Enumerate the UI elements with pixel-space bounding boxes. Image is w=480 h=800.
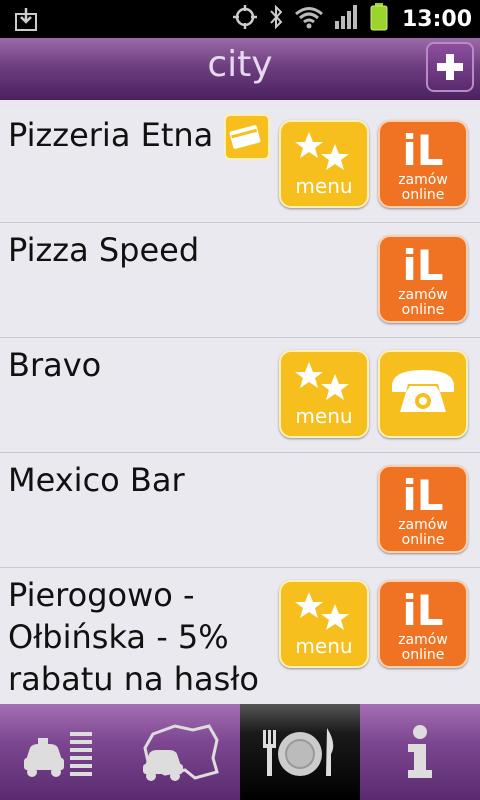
clock: 13:00 xyxy=(401,6,472,32)
order-label-line2: online xyxy=(401,302,445,318)
phone-icon xyxy=(392,370,454,412)
menu-button[interactable]: menu xyxy=(279,350,369,438)
payment-card-icon xyxy=(224,114,270,160)
restaurant-name: Bravo xyxy=(8,346,102,384)
battery-icon xyxy=(370,3,388,35)
order-logo: iL xyxy=(402,126,444,175)
list-item[interactable]: Pizzeria Etna menu iL zamów online xyxy=(0,108,480,223)
order-label-line2: online xyxy=(401,647,445,663)
order-logo: iL xyxy=(402,241,444,290)
restaurant-plate-icon xyxy=(263,728,334,776)
order-label-line2: online xyxy=(401,532,445,548)
list-item[interactable]: Pierogowo - Ołbińska - 5% rabatu na hasł… xyxy=(0,568,480,704)
menu-label: menu xyxy=(295,404,353,428)
menu-button[interactable]: menu xyxy=(279,580,369,668)
order-label-line1: zamów xyxy=(398,172,448,188)
gps-icon xyxy=(232,4,258,34)
bottom-nav xyxy=(0,704,480,800)
stars-icon xyxy=(295,362,349,400)
order-logo: iL xyxy=(402,586,444,635)
nav-info[interactable] xyxy=(360,704,480,800)
restaurant-list[interactable]: Pizzeria Etna menu iL zamów online Pizza… xyxy=(0,108,480,704)
status-bar: 13:00 xyxy=(0,0,480,38)
taxi-list-icon xyxy=(24,732,92,777)
restaurant-name: Mexico Bar xyxy=(8,461,185,499)
download-icon xyxy=(14,6,38,36)
order-logo: iL xyxy=(402,471,444,520)
nav-taxi-list[interactable] xyxy=(0,704,120,800)
info-icon xyxy=(408,725,432,778)
restaurant-name: Pizza Speed xyxy=(8,231,200,269)
page-title: city xyxy=(207,44,273,85)
stars-icon xyxy=(295,592,349,630)
list-item[interactable]: Bravo menu xyxy=(0,338,480,453)
add-button[interactable] xyxy=(426,42,474,92)
list-item[interactable]: Pizza Speed iL zamów online xyxy=(0,223,480,338)
plus-icon xyxy=(437,54,463,80)
nav-taxi-map[interactable] xyxy=(120,704,240,800)
menu-label: menu xyxy=(295,174,353,198)
order-label-line1: zamów xyxy=(398,287,448,303)
order-online-button[interactable]: iL zamów online xyxy=(378,235,468,323)
taxi-map-icon xyxy=(143,724,219,781)
order-label-line2: online xyxy=(401,187,445,203)
order-label-line1: zamów xyxy=(398,517,448,533)
menu-label: menu xyxy=(295,634,353,658)
list-item[interactable]: Mexico Bar iL zamów online xyxy=(0,453,480,568)
wifi-icon xyxy=(294,5,324,33)
restaurant-name: Pierogowo - Ołbińska - 5% rabatu na hasł… xyxy=(8,576,259,698)
signal-icon xyxy=(334,4,360,34)
title-bar: city xyxy=(0,38,480,100)
order-online-button[interactable]: iL zamów online xyxy=(378,580,468,668)
order-label-line1: zamów xyxy=(398,632,448,648)
phone-button[interactable] xyxy=(378,350,468,438)
nav-restaurants[interactable] xyxy=(240,704,360,800)
stars-icon xyxy=(295,132,349,170)
bluetooth-icon xyxy=(268,4,284,34)
order-online-button[interactable]: iL zamów online xyxy=(378,465,468,553)
menu-button[interactable]: menu xyxy=(279,120,369,208)
order-online-button[interactable]: iL zamów online xyxy=(378,120,468,208)
